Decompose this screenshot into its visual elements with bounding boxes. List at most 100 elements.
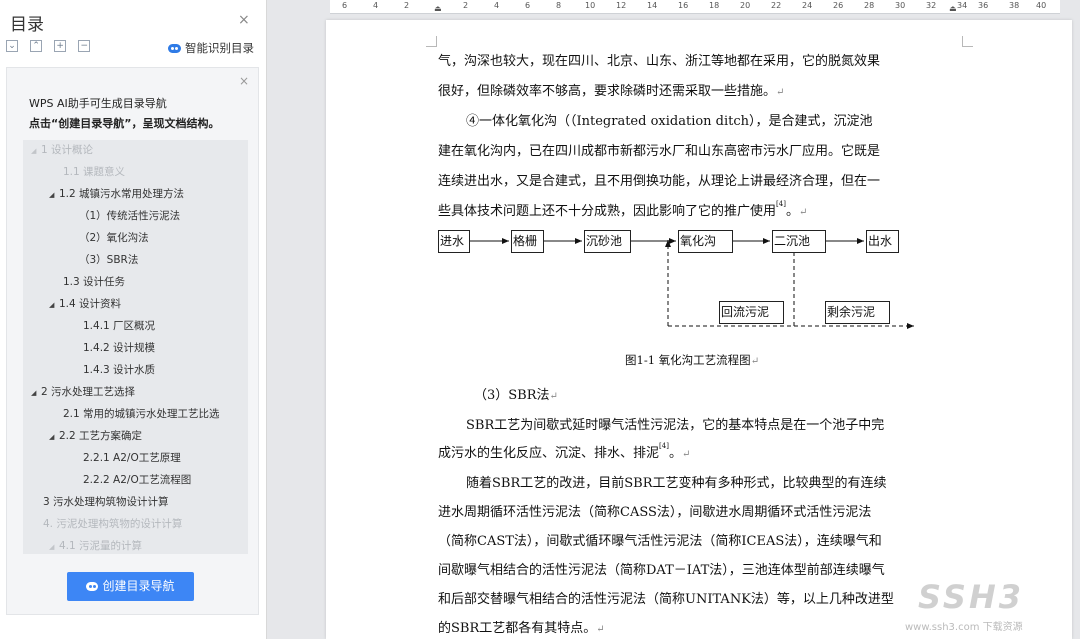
toc-item[interactable]: 3 污水处理构筑物设计计算 <box>43 492 169 513</box>
toc-item-label: 4. 污泥处理构筑物的设计计算 <box>43 518 183 530</box>
toc-item[interactable]: 2.1 常用的城镇污水处理工艺比选 <box>63 404 220 425</box>
paragraph-line: 的SBR工艺都各有其特点。↵ <box>438 621 605 636</box>
expand-arrow-icon[interactable]: ◢ <box>49 537 59 554</box>
flow-box-excess-sludge: 剩余污泥 <box>825 301 890 324</box>
flow-box-screen: 格栅 <box>511 230 544 253</box>
indent-marker-icon[interactable]: ⏏ <box>434 4 442 13</box>
toc-item[interactable]: 4. 污泥处理构筑物的设计计算 <box>43 514 182 535</box>
paragraph-line: 间歇曝气相结合的活性污泥法（简称DAT－IAT法），三池连体型前部连续曝气 <box>438 563 885 578</box>
ruler-label: 16 <box>678 1 689 10</box>
citation-ref: [4] <box>659 442 669 450</box>
flow-box-oxidation-ditch: 氧化沟 <box>678 230 733 253</box>
smart-recognize-label: 智能识别目录 <box>185 41 254 55</box>
ruler-label: 2 <box>404 1 410 10</box>
toc-item-label: 2.2.1 A2/O工艺原理 <box>83 452 181 464</box>
toc-item[interactable]: （1）传统活性污泥法 <box>79 206 180 227</box>
toc-item[interactable]: 2.2.2 A2/O工艺流程图 <box>83 470 191 491</box>
flow-box-inlet: 进水 <box>438 230 470 253</box>
nav-close-icon[interactable]: × <box>238 12 250 28</box>
toc-item-label: 1 设计概论 <box>41 144 94 156</box>
paragraph-line: SBR工艺为间歇式延时曝气活性污泥法，它的基本特点是在一个池子中完 <box>466 418 885 433</box>
ruler-label: 30 <box>895 1 906 10</box>
collapse-all-icon[interactable]: ⌄ <box>6 40 18 52</box>
nav-title: 目录 <box>10 15 44 35</box>
expand-arrow-icon[interactable]: ◢ <box>49 427 59 448</box>
remove-heading-icon[interactable]: − <box>78 40 91 52</box>
create-toc-button[interactable]: 创建目录导航 <box>67 572 194 601</box>
ai-toc-panel: × WPS AI助手可生成目录导航 点击“创建目录导航”，呈现文档结构。 ◢ 1 … <box>6 67 259 615</box>
toc-item[interactable]: 1.4.1 厂区概况 <box>83 316 155 337</box>
paragraph-line: 进水周期循环活性污泥法（简称CASS法），间歇进水周期循环式活性污泥法 <box>438 505 872 520</box>
panel-close-icon[interactable]: × <box>239 74 249 88</box>
create-toc-label: 创建目录导航 <box>102 579 175 593</box>
right-indent-marker-icon[interactable]: ⏏ <box>949 4 957 13</box>
watermark-logo: SSH3 <box>918 578 1024 616</box>
navigation-pane: 目录 × ⌄ ⌃ + − 智能识别目录 × WPS AI助手可生成目录导航 点击… <box>0 0 267 639</box>
ai-hint-text: WPS AI助手可生成目录导航 <box>29 97 167 110</box>
toc-item[interactable]: 2.2.1 A2/O工艺原理 <box>83 448 181 469</box>
smart-recognize-toc-button[interactable]: 智能识别目录 <box>168 40 254 56</box>
ruler-label: 4 <box>494 1 500 10</box>
ruler-label: 10 <box>585 1 596 10</box>
toc-item[interactable]: ◢ 2.2 工艺方案确定 <box>49 426 142 447</box>
ruler-label: 38 <box>1009 1 1020 10</box>
ruler-label: 32 <box>926 1 937 10</box>
expand-arrow-icon[interactable]: ◢ <box>49 295 59 316</box>
ruler-label: 20 <box>740 1 751 10</box>
toc-item[interactable]: ◢ 2 污水处理工艺选择 <box>31 382 135 403</box>
toc-item[interactable]: ◢ 4.1 污泥量的计算 <box>49 536 142 554</box>
toc-item-label: 2.1 常用的城镇污水处理工艺比选 <box>63 408 220 420</box>
toc-item[interactable]: （2）氧化沟法 <box>79 228 149 249</box>
figure-caption: 图1-1 氧化沟工艺流程图↵ <box>625 353 760 367</box>
toc-item[interactable]: （3）SBR法 <box>79 250 138 271</box>
horizontal-ruler[interactable]: 6 4 2 2 4 6 8 10 12 14 16 18 20 22 24 26… <box>330 0 1060 14</box>
flow-box-grit-chamber: 沉砂池 <box>584 230 631 253</box>
toc-item[interactable]: 1.4.3 设计水质 <box>83 360 155 381</box>
paragraph-line: 成污水的生化反应、沉淀、排水、排泥[4]。↵ <box>438 442 691 461</box>
toc-item-label: 1.4 设计资料 <box>59 298 122 310</box>
toc-item-label: 1.1 课题意义 <box>63 166 126 178</box>
toc-item[interactable]: ◢ 1.4 设计资料 <box>49 294 121 315</box>
expand-arrow-icon[interactable]: ◢ <box>31 383 41 404</box>
ruler-label: 24 <box>802 1 813 10</box>
expand-all-icon[interactable]: ⌃ <box>30 40 43 52</box>
toc-item-label: 3 污水处理构筑物设计计算 <box>43 496 169 508</box>
ruler-label: 6 <box>342 1 348 10</box>
ruler-label: 28 <box>864 1 875 10</box>
expand-arrow-icon[interactable]: ◢ <box>31 141 41 162</box>
toc-item-label: 1.4.1 厂区概况 <box>83 320 156 332</box>
ruler-label: 26 <box>833 1 844 10</box>
toc-item[interactable]: 1.3 设计任务 <box>63 272 125 293</box>
ruler-label: 12 <box>616 1 627 10</box>
document-page[interactable]: 气，沟深也较大，现在四川、北京、山东、浙江等地都在采用，它的脱氮效果 很好，但除… <box>326 20 1072 639</box>
flow-box-outlet: 出水 <box>866 230 899 253</box>
paragraph-line: 和后部交替曝气相结合的活性污泥法（简称UNITANK法）等，以上几种改进型 <box>438 592 894 607</box>
toc-item-label: 2.2.2 A2/O工艺流程图 <box>83 474 192 486</box>
ruler-label: 8 <box>556 1 562 10</box>
ai-instruction-text: 点击“创建目录导航”，呈现文档结构。 <box>29 117 220 130</box>
toc-item[interactable]: 1.4.2 设计规模 <box>83 338 155 359</box>
ruler-label: 18 <box>709 1 720 10</box>
ruler-label: 36 <box>978 1 989 10</box>
ai-assistant-icon <box>168 44 181 53</box>
toc-item-label: （2）氧化沟法 <box>79 232 149 244</box>
toc-item-label: （3）SBR法 <box>79 254 139 266</box>
ruler-label: 40 <box>1036 1 1047 10</box>
toc-item-label: 2.2 工艺方案确定 <box>59 430 143 442</box>
toc-item[interactable]: 1.1 课题意义 <box>63 162 125 183</box>
nav-toolbar: ⌄ ⌃ + − <box>6 40 97 54</box>
toc-item-label: 1.4.3 设计水质 <box>83 364 156 376</box>
toc-item-label: 4.1 污泥量的计算 <box>59 540 143 552</box>
section-heading: （3）SBR法↵ <box>474 388 558 403</box>
toc-item-label: （1）传统活性污泥法 <box>79 210 181 222</box>
ruler-label: 14 <box>647 1 658 10</box>
add-heading-icon[interactable]: + <box>54 40 67 52</box>
toc-item[interactable]: ◢ 1.2 城镇污水常用处理方法 <box>49 184 184 205</box>
expand-arrow-icon[interactable]: ◢ <box>49 185 59 206</box>
toc-item[interactable]: ◢ 1 设计概论 <box>31 140 93 161</box>
flow-box-return-sludge: 回流污泥 <box>719 301 784 324</box>
ruler-label: 34 <box>957 1 968 10</box>
ruler-label: 2 <box>463 1 469 10</box>
toc-item-label: 1.2 城镇污水常用处理方法 <box>59 188 185 200</box>
toc-item-label: 1.4.2 设计规模 <box>83 342 156 354</box>
